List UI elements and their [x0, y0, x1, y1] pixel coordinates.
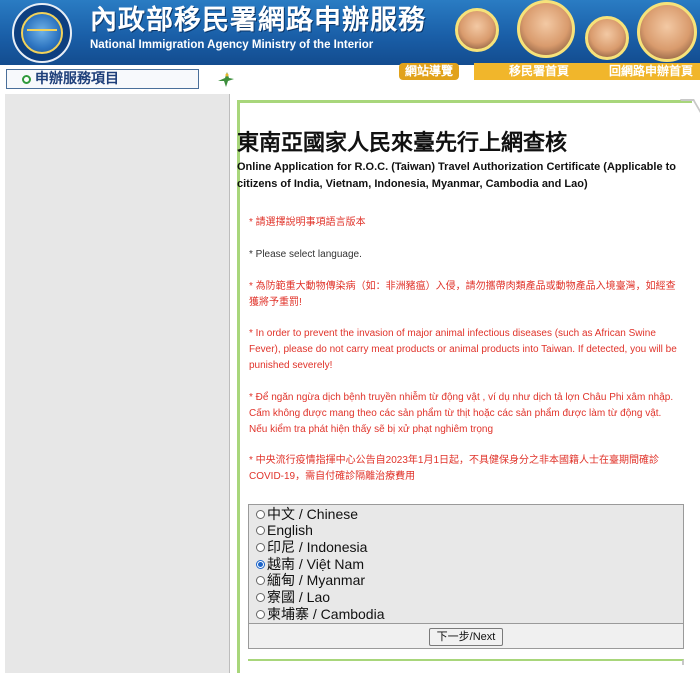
- radio-button-checked[interactable]: [256, 560, 265, 569]
- language-label: 印尼 / Indonesia: [267, 539, 368, 555]
- language-selection-form: 中文 / Chinese English 印尼 / Indonesia 越南 /…: [248, 504, 684, 649]
- service-items-label: 申辦服務項目: [35, 71, 119, 87]
- radio-button[interactable]: [256, 526, 265, 535]
- radio-button[interactable]: [256, 510, 265, 519]
- content-frame-bottom: [248, 659, 684, 665]
- circle-bullet-icon: [22, 75, 31, 84]
- notice-select-language-en: * Please select language.: [249, 249, 362, 260]
- next-button[interactable]: 下一步/Next: [429, 628, 503, 646]
- language-label: 越南 / Việt Nam: [267, 556, 364, 572]
- agency-name-zh: 內政部移民署網路申辦服務: [90, 5, 426, 36]
- person-photo-icon: [585, 16, 629, 60]
- page-title: 東南亞國家人民來臺先行上網查核: [237, 130, 568, 155]
- language-label: 柬埔寨 / Cambodia: [267, 606, 385, 622]
- agency-name-en: National Immigration Agency Ministry of …: [90, 39, 374, 51]
- radio-button[interactable]: [256, 610, 265, 619]
- radio-button[interactable]: [256, 593, 265, 602]
- seal-globe-icon: [21, 12, 63, 54]
- service-items-tab[interactable]: 申辦服務項目: [6, 69, 199, 89]
- language-label: 緬甸 / Myanmar: [267, 572, 366, 588]
- radio-button[interactable]: [256, 543, 265, 552]
- notice-covid-zh: * 中央流行疫情指揮中心公告自2023年1月1日起，不具健保身分之非本國籍人士在…: [249, 455, 660, 482]
- sitemap-link[interactable]: 網站導覽: [399, 63, 459, 80]
- notice-disease-en: * In order to prevent the invasion of ma…: [249, 328, 677, 371]
- page-subtitle: Online Application for R.O.C. (Taiwan) T…: [237, 161, 677, 190]
- language-label: 寮國 / Lao: [267, 589, 331, 605]
- dove-icon: [218, 72, 234, 87]
- agency-seal-icon: [12, 3, 72, 63]
- site-header: 內政部移民署網路申辦服務 National Immigration Agency…: [0, 0, 700, 92]
- header-photo-strip: [455, 0, 700, 62]
- notice-select-language-zh: * 請選擇說明事項語言版本: [249, 217, 366, 228]
- notice-disease-zh: * 為防範重大動物傳染病（如：非洲豬瘟）入侵，請勿攜帶肉類產品或動物產品入境臺灣…: [249, 281, 676, 308]
- seal-ribbon: [27, 29, 57, 31]
- left-sidebar: [5, 94, 230, 673]
- language-radio-group: 中文 / Chinese English 印尼 / Indonesia 越南 /…: [249, 505, 683, 624]
- language-label: 中文 / Chinese: [267, 506, 359, 522]
- radio-button[interactable]: [256, 576, 265, 585]
- notice-disease-vi: * Để ngăn ngừa dịch bệnh truyền nhiễm từ…: [249, 392, 674, 435]
- main-content: 東南亞國家人民來臺先行上網查核 Online Application for R…: [237, 99, 700, 673]
- person-photo-icon: [517, 0, 575, 58]
- person-photo-icon: [637, 2, 697, 62]
- service-items-bar: 申辦服務項目: [0, 67, 240, 91]
- content-frame-corner: [679, 99, 700, 113]
- language-label: English: [267, 522, 313, 538]
- back-to-service-home-link[interactable]: 回網路申辦首頁: [602, 63, 700, 80]
- agency-home-link[interactable]: 移民署首頁: [474, 63, 604, 80]
- person-photo-icon: [455, 8, 499, 52]
- header-banner: 內政部移民署網路申辦服務 National Immigration Agency…: [0, 0, 700, 65]
